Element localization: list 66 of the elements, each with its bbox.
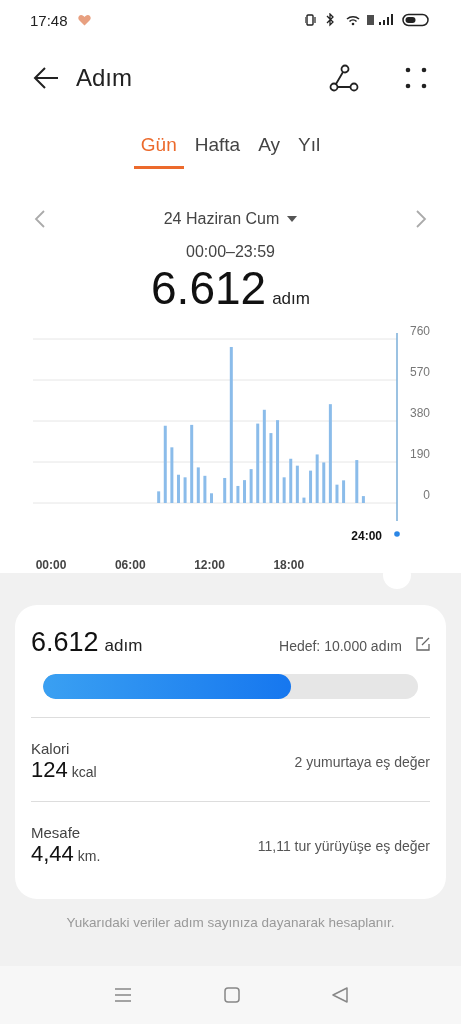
metric-unit: kcal	[71, 764, 97, 780]
back-icon[interactable]	[32, 66, 60, 90]
step-count: 6.612	[31, 627, 99, 658]
step-bar	[243, 480, 246, 503]
step-bar	[223, 477, 227, 503]
metric-value: 124	[31, 757, 68, 783]
x-axis-label: 06:00	[114, 558, 146, 572]
step-bar	[355, 460, 359, 503]
step-bar	[322, 462, 326, 503]
metric-label: Kalori	[31, 740, 71, 757]
step-bar	[196, 467, 200, 503]
step-bar	[170, 447, 174, 503]
step-bar	[183, 477, 187, 503]
menu-icon[interactable]	[113, 988, 132, 1002]
step-bar	[295, 465, 299, 503]
edit-icon[interactable]	[416, 637, 430, 651]
y-axis-label: 760	[409, 324, 430, 338]
y-axis-label: 570	[409, 365, 430, 379]
more-icon[interactable]	[405, 67, 427, 89]
step-bar	[236, 485, 240, 503]
y-axis-label: 0	[423, 488, 430, 502]
step-total: 6.612	[151, 261, 267, 315]
next-icon[interactable]	[415, 210, 427, 228]
step-bar	[249, 469, 253, 503]
cursor-time: 24:00	[351, 529, 382, 543]
metric-value: 4,44	[31, 841, 74, 867]
step-bar	[203, 475, 207, 503]
step-bar	[157, 491, 161, 503]
period-tab[interactable]: Yıl	[291, 130, 328, 169]
date-picker[interactable]: 24 Haziran Cum	[157, 209, 304, 229]
home-icon[interactable]	[223, 987, 240, 1003]
y-axis-label: 380	[409, 406, 430, 420]
footnote: Yukarıdaki veriler adım sayınıza dayanarak hesaplanır.	[65, 915, 396, 930]
step-bar	[289, 458, 293, 503]
equivalent-text: 11,11 tur yürüyüşe eş değer	[257, 837, 430, 854]
cursor-dot	[394, 531, 400, 537]
step-bar	[335, 484, 339, 503]
step-bar	[302, 497, 306, 503]
x-axis-label: 12:00	[194, 558, 225, 572]
step-bar	[315, 454, 319, 503]
y-axis-label: 190	[409, 447, 430, 461]
step-bar	[269, 433, 273, 503]
step-bar	[210, 493, 213, 503]
step-bar	[309, 470, 313, 503]
metric-label: Mesafe	[31, 824, 82, 841]
step-bar	[282, 477, 286, 503]
period-tab[interactable]: Ay	[251, 130, 287, 169]
status-time: 17:48	[30, 11, 68, 29]
step-bar	[342, 480, 346, 503]
step-bar	[361, 496, 365, 503]
step-bar	[177, 474, 180, 503]
back-triangle-icon[interactable]	[331, 987, 348, 1003]
goal-text: Hedef: 10.000 adım	[279, 638, 402, 654]
step-unit: adım	[272, 289, 310, 309]
heart-icon	[77, 14, 91, 26]
metric-unit: km.	[77, 848, 101, 864]
previous-icon[interactable]	[34, 210, 46, 228]
x-axis-label: 00:00	[35, 558, 67, 572]
period-tab[interactable]: Hafta	[187, 130, 248, 169]
step-unit: adım	[104, 636, 143, 656]
time-range: 00:00–23:59	[185, 243, 276, 261]
route-icon[interactable]	[329, 64, 359, 92]
x-axis-label: 18:00	[273, 558, 305, 572]
page-title: Adım	[76, 64, 132, 92]
equivalent-text: 2 yumurtaya eş değer	[294, 753, 430, 770]
caret-icon	[287, 215, 298, 223]
